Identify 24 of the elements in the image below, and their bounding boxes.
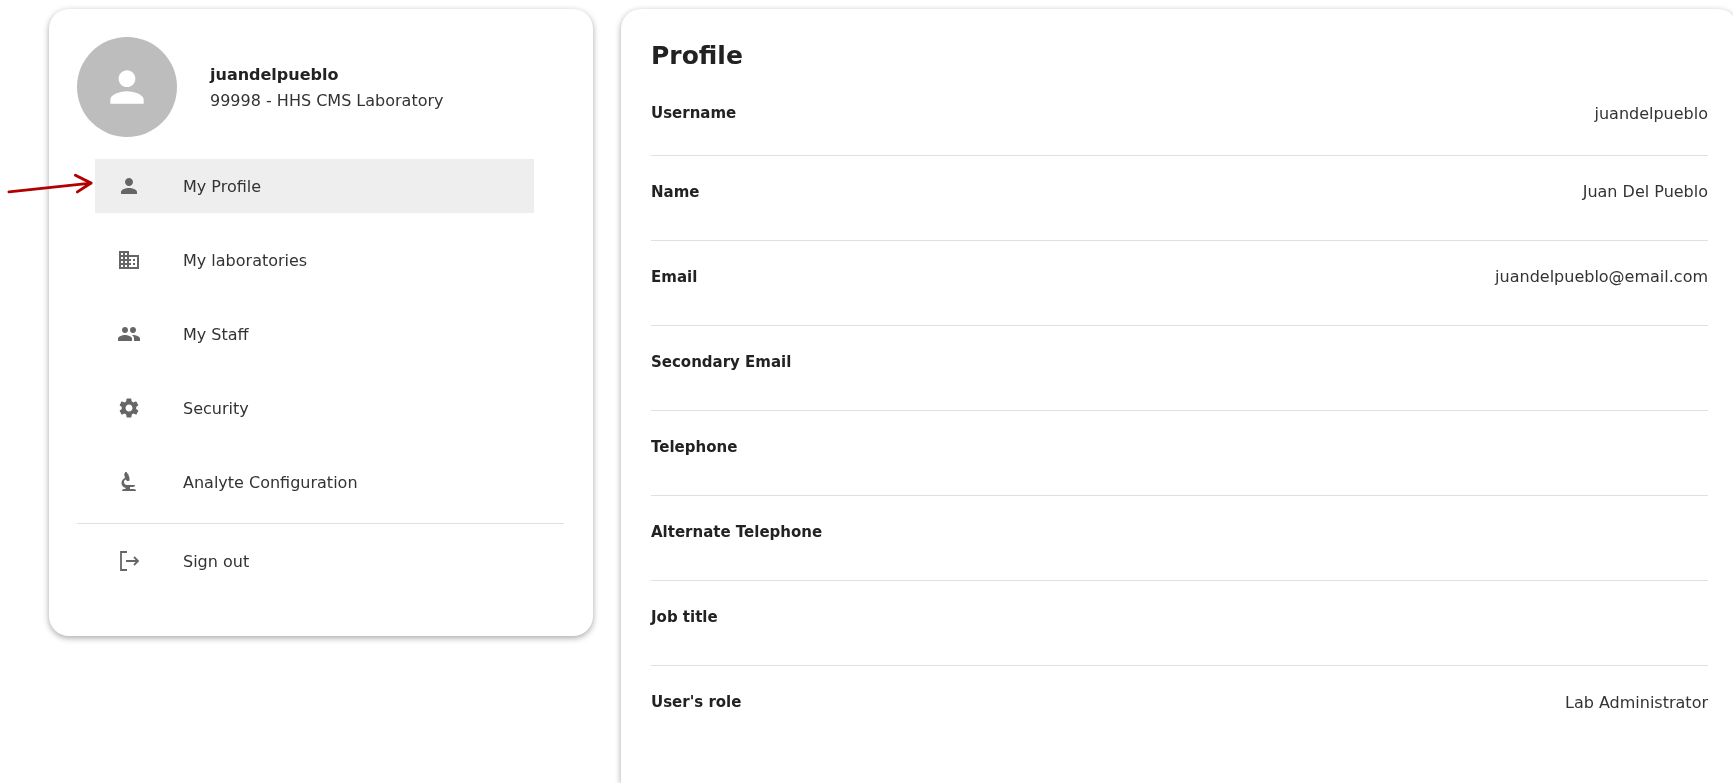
- field-label: Name: [651, 182, 700, 201]
- field-label: Alternate Telephone: [651, 522, 823, 541]
- menu-item[interactable]: Security: [95, 381, 534, 435]
- field-label: Job title: [651, 607, 718, 626]
- sign-out-item[interactable]: Sign out: [95, 534, 534, 588]
- field-label: User's role: [651, 693, 742, 711]
- sign-out-icon: [117, 549, 141, 573]
- menu-item[interactable]: My laboratories: [95, 233, 534, 287]
- field-label: Username: [651, 104, 737, 122]
- field-value: Juan Del Pueblo: [1582, 182, 1708, 201]
- field-label: Telephone: [651, 437, 738, 456]
- username: juandelpueblo: [210, 64, 340, 84]
- menu-item[interactable]: My Staff: [95, 307, 534, 361]
- field-value: juandelpueblo: [1594, 103, 1708, 123]
- menu-item[interactable]: Analyte Configuration: [95, 455, 534, 509]
- laboratory-name: 99998 - HHS CMS Laboratory: [210, 90, 444, 110]
- building-icon: [117, 248, 141, 272]
- profile-title: Profile: [651, 41, 744, 70]
- field-label: Secondary Email: [651, 352, 792, 371]
- menu-item[interactable]: My Profile: [95, 159, 534, 213]
- field-value: juandelpueblo@email.com: [1495, 267, 1708, 286]
- settings-icon: [117, 396, 141, 420]
- field-label: Email: [651, 267, 698, 286]
- field-value: Lab Administrator: [1564, 692, 1708, 712]
